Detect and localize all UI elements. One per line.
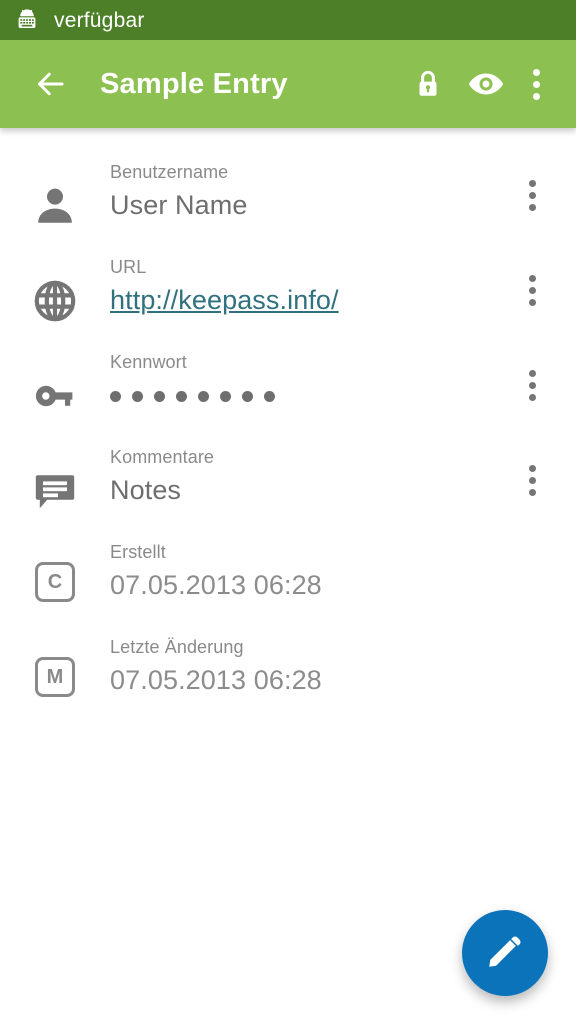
field-body-url: URL http://keepass.info/ bbox=[110, 241, 506, 320]
field-body-created: Erstellt 07.05.2013 06:28 bbox=[110, 526, 506, 605]
field-row-modified: M Letzte Änderung 07.05.2013 06:28 bbox=[0, 621, 576, 716]
field-label-password: Kennwort bbox=[110, 352, 187, 372]
field-overflow-username[interactable] bbox=[506, 180, 558, 211]
field-label-url: URL bbox=[110, 257, 147, 277]
field-value-created: 07.05.2013 06:28 bbox=[110, 570, 322, 601]
field-label-created: Erstellt bbox=[110, 542, 166, 562]
field-overflow-password[interactable] bbox=[506, 370, 558, 401]
field-value-modified: 07.05.2013 06:28 bbox=[110, 665, 322, 696]
android-keyboard-icon bbox=[14, 7, 40, 33]
field-body-password: Kennwort bbox=[110, 336, 506, 416]
entry-view-screen: verfügbar Sample Entry Benutzername User… bbox=[0, 0, 576, 1024]
app-toolbar: Sample Entry bbox=[0, 40, 576, 128]
globe-icon bbox=[0, 241, 110, 325]
field-body-modified: Letzte Änderung 07.05.2013 06:28 bbox=[110, 621, 506, 700]
field-value-notes: Notes bbox=[110, 475, 182, 506]
field-body-notes: Kommentare Notes bbox=[110, 431, 506, 510]
entry-field-list: Benutzername User Name URL http://keepas… bbox=[0, 128, 576, 716]
status-bar-text: verfügbar bbox=[54, 8, 145, 32]
edit-pencil-icon bbox=[484, 930, 526, 977]
overflow-menu-icon[interactable] bbox=[516, 58, 556, 110]
eye-icon[interactable] bbox=[460, 58, 512, 110]
field-label-modified: Letzte Änderung bbox=[110, 637, 244, 657]
field-value-password-masked bbox=[110, 376, 506, 416]
field-label-notes: Kommentare bbox=[110, 447, 215, 467]
lock-icon[interactable] bbox=[402, 58, 454, 110]
field-row-url[interactable]: URL http://keepass.info/ bbox=[0, 241, 576, 336]
field-value-url[interactable]: http://keepass.info/ bbox=[110, 281, 506, 320]
arrow-back-icon[interactable] bbox=[28, 62, 72, 106]
key-icon bbox=[0, 336, 110, 420]
status-bar: verfügbar bbox=[0, 0, 576, 40]
field-row-username[interactable]: Benutzername User Name bbox=[0, 146, 576, 241]
field-row-notes[interactable]: Kommentare Notes bbox=[0, 431, 576, 526]
modified-badge-letter: M bbox=[35, 657, 75, 697]
field-value-username: User Name bbox=[110, 190, 248, 221]
field-overflow-notes[interactable] bbox=[506, 465, 558, 496]
comment-icon bbox=[0, 431, 110, 515]
field-body-username: Benutzername User Name bbox=[110, 146, 506, 225]
page-title: Sample Entry bbox=[100, 67, 288, 100]
field-label-username: Benutzername bbox=[110, 162, 229, 182]
created-badge-icon: C bbox=[0, 526, 110, 602]
modified-badge-icon: M bbox=[0, 621, 110, 697]
field-row-created: C Erstellt 07.05.2013 06:28 bbox=[0, 526, 576, 621]
field-overflow-url[interactable] bbox=[506, 275, 558, 306]
field-row-password[interactable]: Kennwort bbox=[0, 336, 576, 431]
edit-entry-fab[interactable] bbox=[462, 910, 548, 996]
created-badge-letter: C bbox=[35, 562, 75, 602]
person-icon bbox=[0, 146, 110, 230]
